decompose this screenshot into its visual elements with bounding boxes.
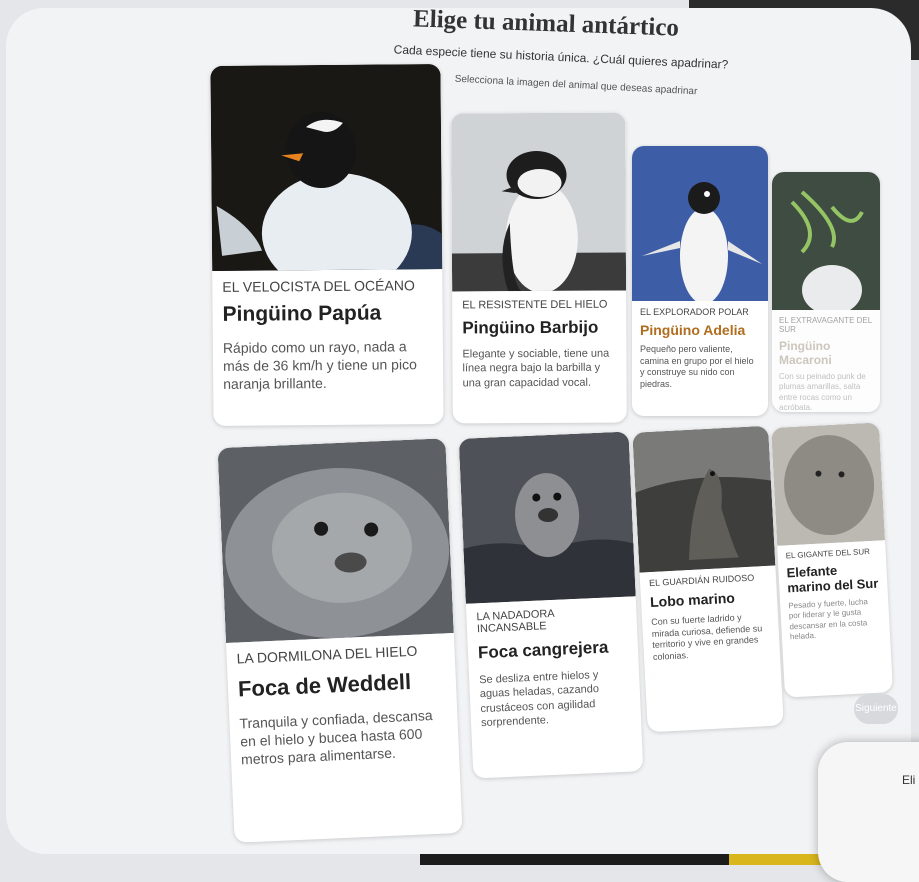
gentoo-penguin-illustration <box>210 64 443 272</box>
card-name: Pingüino Macaroni <box>779 339 832 367</box>
card-tag: EL GUARDIÁN RUIDOSO <box>648 572 755 589</box>
card-tag: EL EXPLORADOR POLAR <box>640 307 749 317</box>
card-name: Pingüino Papúa <box>222 301 382 326</box>
weddell-seal-illustration <box>217 438 454 643</box>
chinstrap-penguin-illustration <box>451 112 627 292</box>
animal-card-pinguino-macaroni[interactable]: EL EXTRAVAGANTE DEL SUR Pingüino Macaron… <box>772 172 880 412</box>
card-description: Pesado y fuerte, lucha por liderar y le … <box>788 597 869 642</box>
crabeater-seal-illustration <box>458 431 636 604</box>
macaroni-penguin-photo[interactable] <box>772 172 880 310</box>
elephant-seal-photo[interactable] <box>771 422 886 546</box>
card-name: Foca cangrejera <box>477 637 609 663</box>
card-description: Con su peinado punk de plumas amarillas,… <box>779 372 866 412</box>
card-description: Rápido como un rayo, nada a más de 36 km… <box>222 338 417 393</box>
card-tag: LA DORMILONA DEL HIELO <box>236 642 418 667</box>
kiosk-screen: Elige tu animal antártico Cada especie t… <box>6 8 911 854</box>
animal-card-foca-weddell[interactable]: LA DORMILONA DEL HIELO Foca de Weddell T… <box>217 438 463 843</box>
animal-card-elefante-marino[interactable]: EL GIGANTE DEL SUR Elefante marino del S… <box>771 422 893 698</box>
card-name: Lobo marino <box>649 589 736 611</box>
card-name: Pingüino Adelia <box>640 322 746 338</box>
animal-card-foca-cangrejera[interactable]: LA NADADORA INCANSABLE Foca cangrejera S… <box>458 431 644 779</box>
animal-card-pinguino-barbijo[interactable]: EL RESISTENTE DEL HIELO Pingüino Barbijo… <box>451 112 627 424</box>
gentoo-penguin-photo[interactable] <box>210 64 443 272</box>
fur-seal-photo[interactable] <box>632 425 776 573</box>
card-description: Pequeño pero valiente, camina en grupo p… <box>640 344 754 390</box>
card-tag: EL EXTRAVAGANTE DEL SUR <box>779 316 872 334</box>
animal-card-pinguino-adelia[interactable]: EL EXPLORADOR POLAR Pingüino Adelia Pequ… <box>632 146 768 416</box>
overlay-popup-corner: Eli <box>818 742 919 882</box>
animal-card-pinguino-papua[interactable]: EL VELOCISTA DEL OCÉANO Pingüino Papúa R… <box>210 64 444 426</box>
card-name: Foca de Weddell <box>237 668 412 702</box>
card-tag: LA NADADORA INCANSABLE <box>476 607 555 636</box>
card-tag: EL VELOCISTA DEL OCÉANO <box>222 277 415 295</box>
adelie-penguin-photo[interactable] <box>632 146 768 301</box>
card-tag: EL GIGANTE DEL SUR <box>785 547 871 561</box>
card-description: Tranquila y confiada, descansa en el hie… <box>239 707 433 768</box>
adelie-penguin-illustration <box>632 146 768 301</box>
chinstrap-penguin-photo[interactable] <box>451 112 627 292</box>
weddell-seal-photo[interactable] <box>217 438 454 643</box>
card-description: Se desliza entre hielos y aguas heladas,… <box>478 669 600 730</box>
next-button[interactable]: Siguiente <box>854 694 898 724</box>
crabeater-seal-photo[interactable] <box>458 431 636 604</box>
card-description: Con su fuerte ladrido y mirada curiosa, … <box>650 612 763 663</box>
animal-card-lobo-marino[interactable]: EL GUARDIÁN RUIDOSO Lobo marino Con su f… <box>632 425 784 733</box>
card-tag: EL RESISTENTE DEL HIELO <box>462 298 608 312</box>
fur-seal-illustration <box>632 425 776 573</box>
card-name: Elefante marino del Sur <box>786 562 879 596</box>
card-name: Pingüino Barbijo <box>462 317 599 338</box>
card-description: Elegante y sociable, tiene una línea neg… <box>462 347 610 389</box>
popup-text: Eli <box>902 773 916 787</box>
elephant-seal-illustration <box>771 422 886 546</box>
macaroni-penguin-illustration <box>772 172 880 310</box>
